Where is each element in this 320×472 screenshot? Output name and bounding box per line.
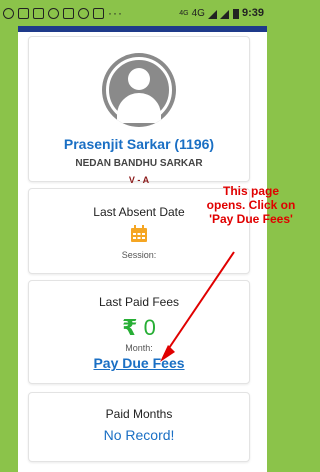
amount-value: 0 bbox=[143, 315, 156, 340]
calendar-icon bbox=[33, 7, 44, 19]
pay-due-fees-link[interactable]: Pay Due Fees bbox=[93, 355, 184, 371]
paid-months-title: Paid Months bbox=[105, 407, 173, 421]
whatsapp-icon bbox=[3, 7, 14, 19]
missed-call-icon bbox=[63, 7, 74, 19]
rupee-icon: ₹ bbox=[122, 315, 138, 340]
volte-label: 4G bbox=[179, 9, 189, 17]
father-name: NEDAN BANDHU SARKAR bbox=[75, 158, 203, 169]
student-name: Prasenjit Sarkar (1196) bbox=[63, 136, 215, 152]
facebook-icon bbox=[78, 7, 89, 19]
status-system: 4G 4G 9:39 bbox=[179, 7, 267, 19]
more-notifications: ··· bbox=[108, 6, 123, 20]
network-label: 4G bbox=[191, 7, 205, 19]
app-header bbox=[18, 26, 267, 32]
status-notifications: ··· bbox=[0, 6, 123, 20]
battery-icon bbox=[232, 8, 239, 19]
status-bar: ··· 4G 4G 9:39 bbox=[0, 0, 267, 26]
paid-amount: ₹ 0 bbox=[29, 315, 249, 341]
youtube-icon bbox=[93, 7, 104, 19]
paid-months-value: No Record! bbox=[103, 427, 175, 443]
last-paid-title: Last Paid Fees bbox=[98, 295, 180, 309]
month-label: Month: bbox=[125, 343, 153, 353]
avatar-icon bbox=[102, 53, 176, 127]
signal-icon bbox=[207, 9, 229, 19]
message-icon bbox=[18, 7, 29, 19]
annotation-text: This page opens. Click on 'Pay Due Fees' bbox=[206, 184, 296, 226]
facebook-icon bbox=[48, 7, 59, 19]
session-label: Session: bbox=[121, 250, 157, 260]
clock: 9:39 bbox=[241, 7, 264, 19]
paid-months-card: Paid Months No Record! bbox=[28, 392, 250, 462]
profile-card: Prasenjit Sarkar (1196) NEDAN BANDHU SAR… bbox=[28, 36, 250, 185]
calendar-icon bbox=[131, 225, 147, 242]
last-paid-card: Last Paid Fees ₹ 0 Month: Pay Due Fees bbox=[28, 280, 250, 384]
